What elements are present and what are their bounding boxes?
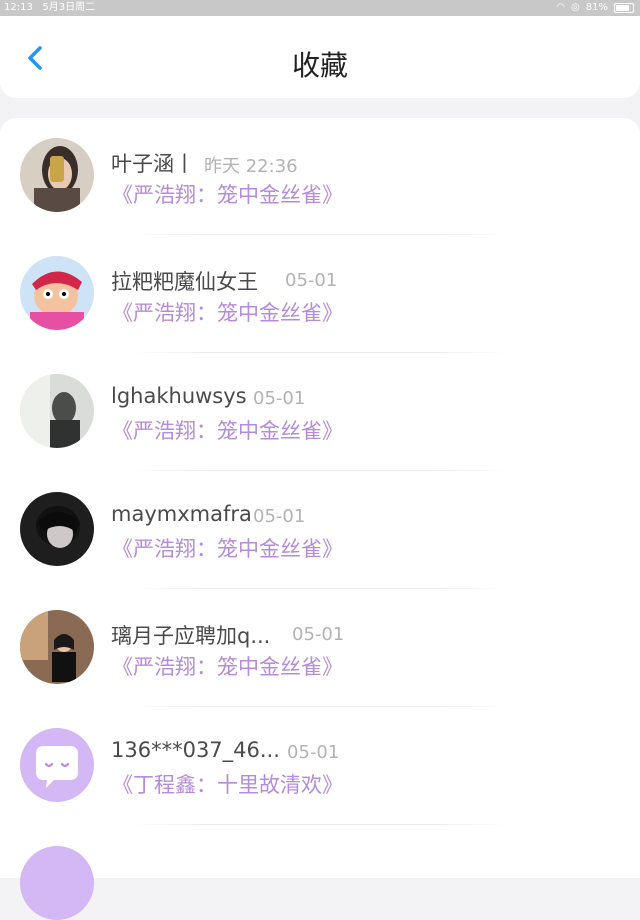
user-name: maymxmafra xyxy=(111,502,252,526)
divider xyxy=(130,824,510,825)
list-item[interactable]: 璃月子应聘加q... 05-01 《严浩翔：笼中金丝雀》 xyxy=(0,590,640,708)
wifi-icon: ◠ xyxy=(556,2,566,13)
divider xyxy=(130,234,510,235)
battery-percent: 81% xyxy=(585,2,608,13)
status-time-date: 12:13 5月3日周二 xyxy=(4,0,95,16)
avatar[interactable] xyxy=(20,610,94,684)
status-right: ◠ ◎ 81% xyxy=(556,0,634,16)
work-title-link[interactable]: 《丁程鑫：十里故清欢》 xyxy=(112,769,343,799)
avatar[interactable] xyxy=(20,138,94,212)
divider xyxy=(130,706,510,707)
divider xyxy=(130,588,510,589)
item-date: 05-01 xyxy=(285,270,338,291)
user-name: 璃月子应聘加q... xyxy=(111,624,271,648)
item-date: 05-01 xyxy=(253,388,306,409)
user-name: 136***037_46... xyxy=(111,738,280,762)
item-date: 05-01 xyxy=(253,506,306,527)
lock-rotation-icon: ◎ xyxy=(571,2,580,13)
user-name: 拉粑粑魔仙女王 xyxy=(111,270,258,294)
item-date: 昨天 22:36 xyxy=(204,156,298,177)
divider xyxy=(130,352,510,353)
status-date: 5月3日周二 xyxy=(42,2,96,13)
favorites-list: 叶子涵丨 昨天 22:36 《严浩翔：笼中金丝雀》 拉粑粑魔仙女王 05-01 … xyxy=(0,118,640,920)
list-item[interactable]: 拉粑粑魔仙女王 05-01 《严浩翔：笼中金丝雀》 xyxy=(0,236,640,354)
divider xyxy=(130,470,510,471)
status-bar: 12:13 5月3日周二 ◠ ◎ 81% xyxy=(0,0,640,16)
user-name: 叶子涵丨 xyxy=(111,152,195,176)
work-title-link[interactable]: 《严浩翔：笼中金丝雀》 xyxy=(112,297,343,327)
work-title-link[interactable]: 《严浩翔：笼中金丝雀》 xyxy=(112,179,343,209)
avatar[interactable] xyxy=(20,374,94,448)
default-avatar-chat-icon[interactable] xyxy=(20,728,94,802)
item-date: 05-01 xyxy=(287,742,340,763)
list-item[interactable]: 叶子涵丨 昨天 22:36 《严浩翔：笼中金丝雀》 xyxy=(0,118,640,236)
work-title-link[interactable]: 《严浩翔：笼中金丝雀》 xyxy=(112,651,343,681)
user-name: lghakhuwsys xyxy=(111,384,247,408)
list-item[interactable]: maymxmafra 05-01 《严浩翔：笼中金丝雀》 xyxy=(0,472,640,590)
status-time: 12:13 xyxy=(4,2,33,13)
battery-icon xyxy=(614,3,634,13)
avatar[interactable] xyxy=(20,492,94,566)
item-date: 05-01 xyxy=(292,624,345,645)
list-item[interactable]: lghakhuwsys 05-01 《严浩翔：笼中金丝雀》 xyxy=(0,354,640,472)
list-item[interactable]: 136***037_46... 05-01 《丁程鑫：十里故清欢》 xyxy=(0,708,640,826)
work-title-link[interactable]: 《严浩翔：笼中金丝雀》 xyxy=(112,533,343,563)
work-title-link[interactable]: 《严浩翔：笼中金丝雀》 xyxy=(112,415,343,445)
avatar[interactable] xyxy=(20,256,94,330)
avatar[interactable] xyxy=(20,846,94,920)
navigation-bar: 收藏 xyxy=(0,16,640,98)
page-title: 收藏 xyxy=(291,49,348,82)
